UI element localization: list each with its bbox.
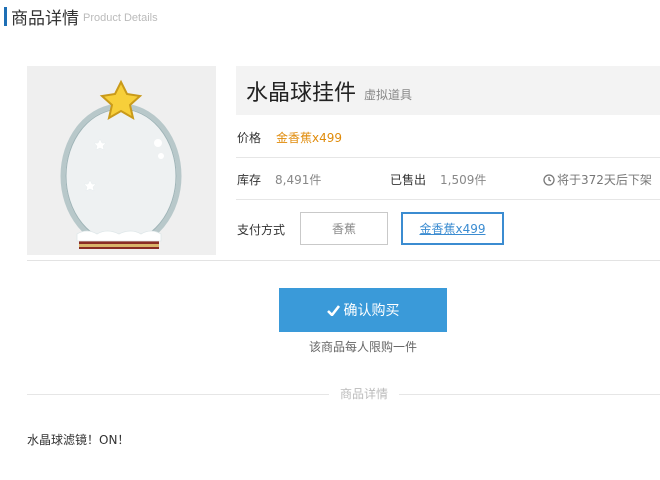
product-name: 水晶球挂件: [246, 80, 357, 106]
details-section-label: 商品详情: [339, 387, 388, 401]
stock-label: 库存: [237, 173, 262, 187]
section-separator: [27, 260, 660, 261]
details-divider-right: [399, 394, 660, 395]
payment-label: 支付方式: [237, 223, 286, 237]
price-label: 价格: [237, 131, 262, 145]
payment-option-banana[interactable]: 香蕉: [300, 212, 388, 245]
purchase-limit-note: 该商品每人限购一件: [308, 340, 417, 354]
stock-value: 8,491件: [275, 173, 322, 187]
payment-option-gold-banana[interactable]: 金香蕉x499: [401, 212, 504, 245]
sold-value: 1,509件: [440, 173, 487, 187]
row-separator: [236, 199, 660, 200]
clock-icon: [543, 173, 555, 186]
page-subtitle: Product Details: [83, 12, 158, 24]
delist-info: 将于372天后下架: [543, 171, 652, 188]
product-description: 水晶球滤镜！ON！: [27, 433, 130, 447]
header-accent-bar: [4, 6, 7, 26]
page-header: 商品详情 Product Details: [4, 4, 158, 29]
sold-label: 已售出: [390, 173, 427, 187]
product-type-tag: 虚拟道具: [364, 88, 413, 102]
price-value: 金香蕉x499: [276, 131, 343, 145]
check-icon: [326, 304, 340, 316]
page-title: 商品详情: [11, 8, 79, 29]
row-separator: [236, 157, 660, 158]
product-image: [27, 66, 216, 255]
confirm-purchase-label: 确认购买: [343, 303, 400, 319]
product-title-box: 水晶球挂件 虚拟道具: [236, 66, 660, 115]
confirm-purchase-button[interactable]: 确认购买: [279, 288, 447, 332]
crystal-ball-image: [60, 79, 182, 249]
details-divider-left: [27, 394, 329, 395]
delist-text: 将于372天后下架: [557, 173, 652, 187]
